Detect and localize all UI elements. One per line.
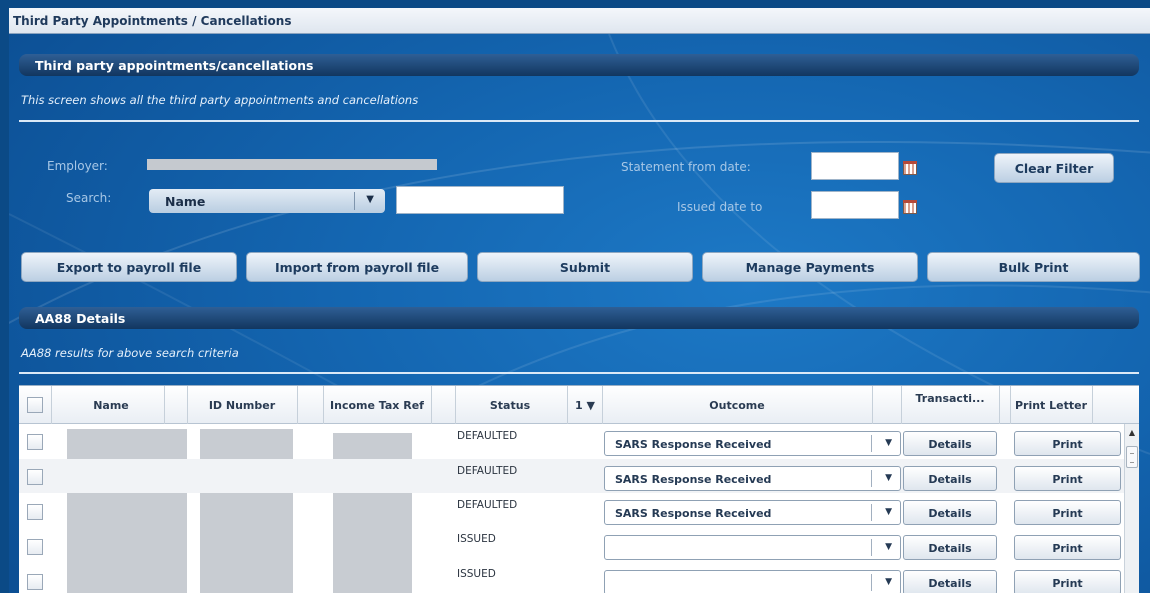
issued-date-to-label: Issued date to [677,200,763,214]
select-separator [354,192,355,210]
search-select-value: Name [165,194,206,209]
chevron-down-icon: ▼ [366,194,374,205]
calendar-icon[interactable] [903,200,917,214]
employer-label: Employer: [47,159,108,173]
scroll-up-icon[interactable]: ▲ [1125,424,1139,442]
details-button[interactable]: Details [903,570,997,593]
search-field-select[interactable]: Name ▼ [149,189,385,213]
row-checkbox[interactable] [27,504,43,520]
print-button[interactable]: Print [1014,500,1121,525]
divider [19,372,1139,374]
chevron-down-icon: ▼ [885,542,892,552]
details-button[interactable]: Details [903,500,997,525]
divider [19,120,1139,122]
column-divider [567,386,568,424]
bulk-print-button[interactable]: Bulk Print [927,252,1140,282]
column-header-name[interactable]: Name [51,386,171,424]
outcome-value: SARS Response Received [615,507,772,520]
column-divider [872,386,873,424]
details-button[interactable]: Details [903,535,997,560]
dropdown-separator [871,539,872,556]
print-button[interactable]: Print [1014,466,1121,491]
print-button[interactable]: Print [1014,535,1121,560]
status-value: ISSUED [457,568,496,580]
vertical-scrollbar[interactable]: ▲ [1124,424,1139,593]
submit-button[interactable]: Submit [477,252,693,282]
row-checkbox[interactable] [27,469,43,485]
column-divider [431,386,432,424]
chevron-down-icon: ▼ [885,438,892,448]
dropdown-separator [871,574,872,591]
outcome-dropdown[interactable]: ▼ [604,570,901,593]
search-label: Search: [66,191,112,205]
column-header-status[interactable]: Status [455,386,565,424]
calendar-icon[interactable] [903,161,917,175]
section-header-aa88: AA88 Details [19,307,1139,329]
row-checkbox[interactable] [27,539,43,555]
column-header-outcome[interactable]: Outcome [602,386,872,424]
row-checkbox[interactable] [27,434,43,450]
outcome-dropdown[interactable]: SARS Response Received ▼ [604,466,901,491]
statement-from-date-input[interactable] [811,152,899,180]
chevron-down-icon: ▼ [885,473,892,483]
column-header-print-letter[interactable]: Print Letter [1010,386,1092,424]
import-from-payroll-button[interactable]: Import from payroll file [246,252,468,282]
scroll-thumb[interactable] [1126,446,1138,468]
employer-value [147,159,437,170]
aa88-grid: Name ID Number Income Tax Ref Status 1 ▼… [19,385,1139,593]
section-header-appointments: Third party appointments/cancellations [19,54,1139,76]
chevron-down-icon: ▼ [885,577,892,587]
search-input[interactable] [396,186,564,214]
window-title: Third Party Appointments / Cancellations [9,8,1150,34]
details-button[interactable]: Details [903,431,997,456]
dropdown-separator [871,470,872,487]
column-divider [999,386,1000,424]
column-header-id-number[interactable]: ID Number [187,386,297,424]
main-panel: Third party appointments/cancellations T… [9,34,1150,593]
outcome-dropdown[interactable]: ▼ [604,535,901,560]
section-description: AA88 results for above search criteria [21,346,239,360]
row-checkbox[interactable] [27,574,43,590]
status-value: DEFAULTED [457,430,518,442]
status-value: ISSUED [457,533,496,545]
column-divider [1092,386,1093,424]
details-button[interactable]: Details [903,466,997,491]
statement-from-date-label: Statement from date: [621,160,751,174]
column-header-income-tax-ref[interactable]: Income Tax Ref [323,386,431,424]
print-button[interactable]: Print [1014,431,1121,456]
select-all-checkbox[interactable] [27,397,43,413]
dropdown-separator [871,435,872,452]
issued-date-to-input[interactable] [811,191,899,219]
manage-payments-button[interactable]: Manage Payments [702,252,918,282]
sort-indicator[interactable]: 1 ▼ [569,386,601,424]
status-value: DEFAULTED [457,499,518,511]
clear-filter-button[interactable]: Clear Filter [994,153,1114,183]
section-description: This screen shows all the third party ap… [21,93,419,107]
column-divider [297,386,298,424]
outcome-value: SARS Response Received [615,438,772,451]
print-button[interactable]: Print [1014,570,1121,593]
status-value: DEFAULTED [457,465,518,477]
grid-header: Name ID Number Income Tax Ref Status 1 ▼… [19,386,1139,424]
export-to-payroll-button[interactable]: Export to payroll file [21,252,237,282]
outcome-dropdown[interactable]: SARS Response Received ▼ [604,431,901,456]
dropdown-separator [871,504,872,521]
outcome-value: SARS Response Received [615,473,772,486]
column-divider [164,386,165,424]
column-header-transaction[interactable]: Transacti... [901,386,999,424]
chevron-down-icon: ▼ [885,507,892,517]
outcome-dropdown[interactable]: SARS Response Received ▼ [604,500,901,525]
